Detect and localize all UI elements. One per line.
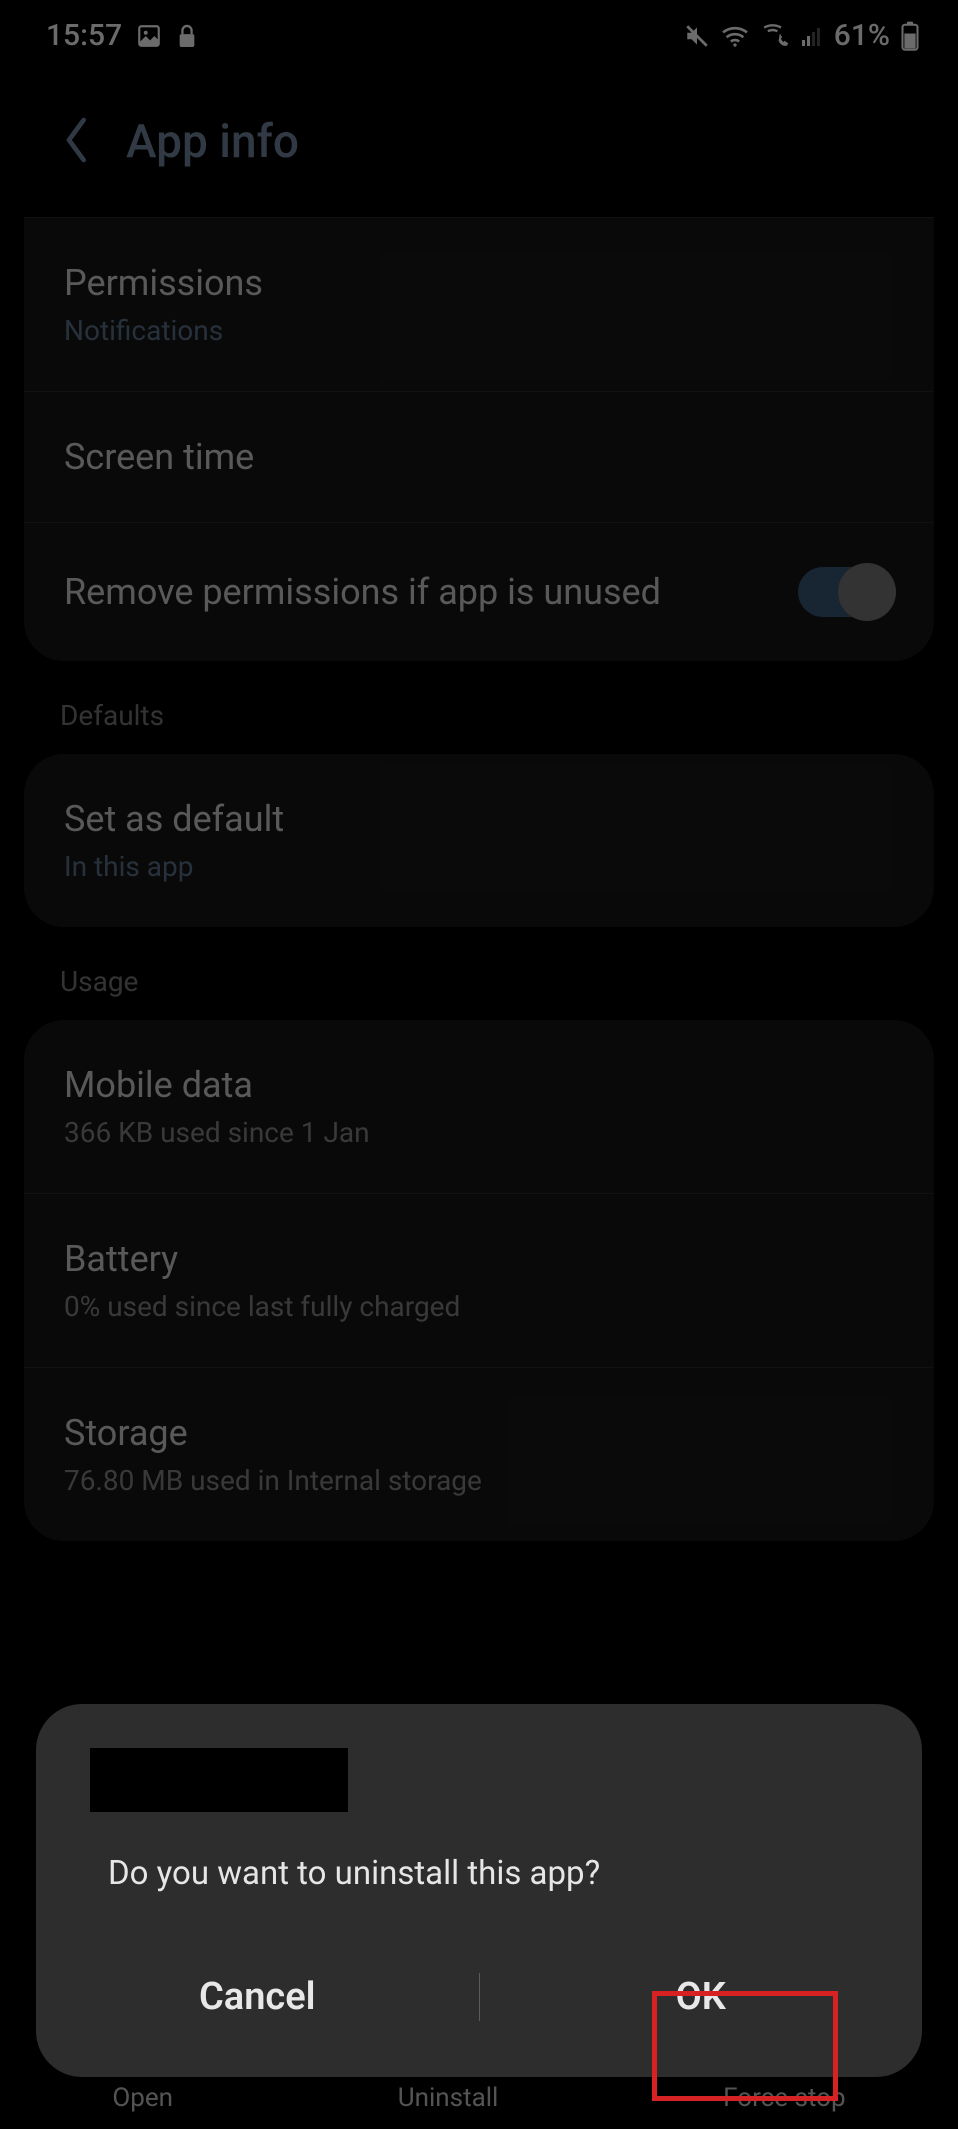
row-screen-time[interactable]: Screen time xyxy=(24,391,934,522)
set-default-sub: In this app xyxy=(64,850,284,883)
permissions-sub: Notifications xyxy=(64,314,263,347)
remove-perms-title: Remove permissions if app is unused xyxy=(64,571,661,613)
storage-title: Storage xyxy=(64,1412,482,1454)
set-default-title: Set as default xyxy=(64,798,284,840)
mute-icon xyxy=(684,23,710,49)
remove-perms-toggle[interactable] xyxy=(798,567,894,617)
wifi-calling-icon xyxy=(760,24,790,48)
ok-button[interactable]: OK xyxy=(480,1947,923,2047)
section-defaults: Defaults xyxy=(0,661,958,754)
battery-percent: 61% xyxy=(834,18,890,53)
row-set-default[interactable]: Set as default In this app xyxy=(24,754,934,927)
status-bar: 15:57 61% xyxy=(0,0,958,65)
row-battery[interactable]: Battery 0% used since last fully charged xyxy=(24,1193,934,1367)
image-icon xyxy=(136,23,162,49)
open-button[interactable]: Open xyxy=(112,2083,173,2113)
settings-panel-usage: Mobile data 366 KB used since 1 Jan Batt… xyxy=(24,1020,934,1541)
status-time: 15:57 xyxy=(46,18,122,53)
signal-icon xyxy=(800,24,824,48)
toggle-knob xyxy=(838,563,896,621)
row-remove-permissions[interactable]: Remove permissions if app is unused xyxy=(24,522,934,661)
row-permissions[interactable]: Permissions Notifications xyxy=(24,217,934,391)
section-usage: Usage xyxy=(0,927,958,1020)
uninstall-dialog: Do you want to uninstall this app? Cance… xyxy=(36,1704,922,2077)
row-storage[interactable]: Storage 76.80 MB used in Internal storag… xyxy=(24,1367,934,1541)
dialog-app-name-redacted xyxy=(90,1748,348,1812)
battery-title: Battery xyxy=(64,1238,460,1280)
row-mobile-data[interactable]: Mobile data 366 KB used since 1 Jan xyxy=(24,1020,934,1193)
lock-icon xyxy=(176,23,198,49)
dialog-message: Do you want to uninstall this app? xyxy=(36,1830,922,1947)
back-icon[interactable] xyxy=(62,116,92,168)
screentime-title: Screen time xyxy=(64,436,254,478)
mobile-data-title: Mobile data xyxy=(64,1064,370,1106)
force-stop-button[interactable]: Force stop xyxy=(723,2083,845,2113)
mobile-data-sub: 366 KB used since 1 Jan xyxy=(64,1116,370,1149)
settings-panel-defaults: Set as default In this app xyxy=(24,754,934,927)
cancel-button[interactable]: Cancel xyxy=(36,1947,479,2047)
battery-sub: 0% used since last fully charged xyxy=(64,1290,460,1323)
permissions-title: Permissions xyxy=(64,262,263,304)
battery-icon xyxy=(900,21,920,51)
uninstall-button[interactable]: Uninstall xyxy=(398,2083,499,2113)
settings-panel-1: Permissions Notifications Screen time Re… xyxy=(24,217,934,661)
page-title: App info xyxy=(126,115,299,169)
storage-sub: 76.80 MB used in Internal storage xyxy=(64,1464,482,1497)
page-header: App info xyxy=(0,65,958,217)
wifi-icon xyxy=(720,24,750,48)
